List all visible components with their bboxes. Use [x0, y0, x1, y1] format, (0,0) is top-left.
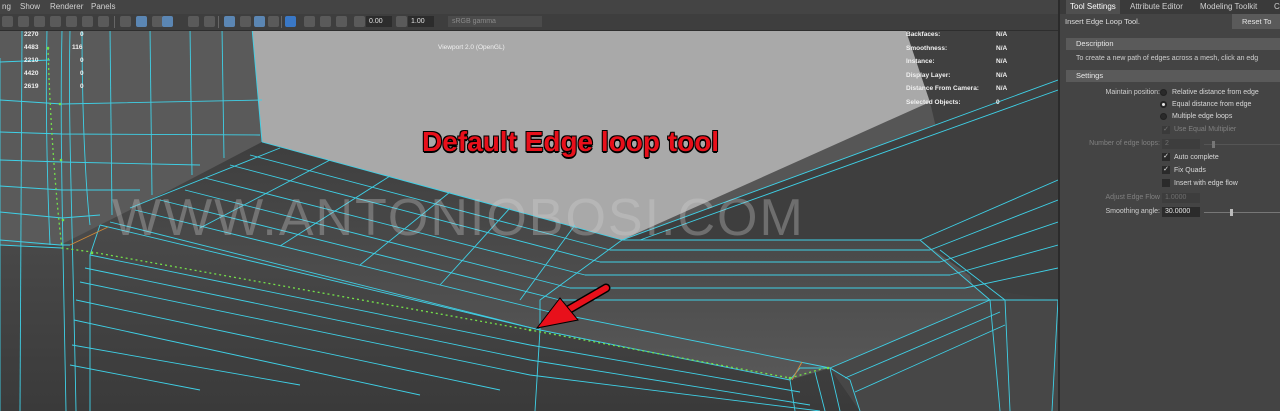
3d-viewport[interactable]: ng Show Renderer Panels 0.00 1.00 sRGB g… [0, 0, 1058, 411]
use-equal-multiplier-checkbox[interactable]: ✓ [1162, 126, 1170, 134]
tool-name: Insert Edge Loop Tool. [1065, 17, 1140, 26]
option-relative-distance: Relative distance from edge [1172, 89, 1259, 96]
viewport-toolbar: 0.00 1.00 sRGB gamma [0, 14, 1058, 31]
xray-icon[interactable] [240, 16, 251, 27]
annotation-title: Default Edge loop tool [422, 126, 720, 157]
resolution-gate-icon[interactable] [82, 16, 93, 27]
panel-tabs: Tool Settings Attribute Editor Modeling … [1060, 0, 1280, 14]
smoothing-angle-slider-handle[interactable] [1230, 209, 1233, 216]
description-header[interactable]: Description [1066, 38, 1280, 50]
hud-stat-value: N/A [996, 71, 1008, 79]
hud-stat-value: N/A [996, 44, 1008, 52]
image-plane-icon[interactable] [304, 16, 315, 27]
poly-count-secondary: 116 [72, 44, 83, 51]
film-gate-icon[interactable] [66, 16, 77, 27]
gamma-icon[interactable] [396, 16, 407, 27]
maintain-position-label: Maintain position: [1105, 89, 1160, 96]
menu-renderer[interactable]: Renderer [50, 2, 83, 11]
adjust-edge-flow-field[interactable]: 1.0000 [1162, 193, 1200, 203]
auto-complete-label: Auto complete [1174, 154, 1219, 161]
auto-complete-checkbox[interactable]: ✓ [1162, 153, 1170, 161]
grid-icon[interactable] [18, 16, 29, 27]
num-loops-label: Number of edge loops: [1089, 140, 1160, 147]
num-loops-field[interactable]: 2 [1162, 139, 1200, 149]
toggle-hud-icon[interactable] [285, 16, 296, 27]
poly-count-value: 2619 [24, 83, 39, 90]
hud-stat-value: N/A [996, 85, 1008, 92]
settings-header[interactable]: Settings [1066, 70, 1280, 82]
poly-count-value: 2210 [24, 57, 39, 64]
hud-stat-label: Display Layer: [906, 71, 951, 79]
fix-quads-label: Fix Quads [1174, 167, 1206, 174]
isolate-select-icon[interactable] [224, 16, 235, 27]
hud-stat-value: 0 [996, 98, 1000, 106]
radio-equal-distance[interactable] [1160, 101, 1167, 108]
tool-settings-panel: Tool Settings Attribute Editor Modeling … [1058, 0, 1280, 411]
tab-attribute-editor[interactable]: Attribute Editor [1130, 2, 1183, 11]
smoothing-angle-label: Smoothing angle: [1105, 208, 1160, 215]
tab-tool-settings[interactable]: Tool Settings [1066, 0, 1120, 14]
poly-count-secondary: 0 [80, 70, 84, 77]
wire-shaded-icon[interactable] [120, 16, 131, 27]
hud-stat-label: Selected Objects: [906, 98, 961, 106]
hud-stat-label: Smoothness: [906, 44, 948, 52]
viewport-renderer-label: Viewport 2.0 (OpenGL) [438, 44, 505, 51]
radio-relative-distance[interactable] [1160, 89, 1167, 96]
hud-stat-label: Backfaces: [906, 31, 941, 38]
menu-lighting[interactable]: ng [2, 2, 11, 11]
insert-edge-flow-label: Insert with edge flow [1174, 180, 1238, 187]
num-loops-slider-handle[interactable] [1212, 141, 1215, 148]
tab-modeling-toolkit[interactable]: Modeling Toolkit [1200, 2, 1257, 11]
wire-on-shaded-icon[interactable] [162, 16, 173, 27]
exposure-icon[interactable] [354, 16, 365, 27]
poly-count-secondary: 0 [80, 83, 84, 90]
smoothing-angle-field[interactable]: 30.0000 [1162, 207, 1200, 217]
hud-stat-value: N/A [996, 31, 1008, 38]
camera-icon[interactable] [50, 16, 61, 27]
watermark: WWW.ANTONIOBOSI.COM [112, 189, 805, 247]
backface-icon[interactable] [268, 16, 279, 27]
poly-count-secondary: 0 [80, 31, 84, 38]
fix-quads-checkbox[interactable]: ✓ [1162, 166, 1170, 174]
option-multiple-loops: Multiple edge loops [1172, 113, 1233, 120]
color-space-dropdown[interactable]: sRGB gamma [448, 16, 542, 27]
menu-panels[interactable]: Panels [91, 2, 115, 11]
smoothing-angle-slider[interactable] [1204, 212, 1280, 213]
hud-stat-label: Distance From Camera: [906, 85, 979, 92]
viewport-menu-bar: ng Show Renderer Panels [0, 0, 1058, 14]
radio-multiple-loops[interactable] [1160, 113, 1167, 120]
insert-edge-flow-checkbox[interactable] [1162, 179, 1170, 187]
poly-count-secondary: 0 [80, 57, 84, 64]
aa-icon[interactable] [320, 16, 331, 27]
dof-icon[interactable] [336, 16, 347, 27]
shadows-icon[interactable] [204, 16, 215, 27]
exposure-field[interactable]: 0.00 [366, 16, 392, 27]
wireframe-icon[interactable] [2, 16, 13, 27]
description-text: To create a new path of edges across a m… [1076, 55, 1259, 62]
poly-count-value: 4420 [24, 70, 39, 77]
bookmark-icon[interactable] [34, 16, 45, 27]
menu-show[interactable]: Show [20, 2, 40, 11]
reset-tool-button[interactable]: Reset To [1232, 14, 1280, 29]
lights-icon[interactable] [188, 16, 199, 27]
adjust-edge-flow-label: Adjust Edge Flow [1105, 194, 1160, 201]
xray-joints-icon[interactable] [254, 16, 265, 27]
poly-count-value: 2270 [24, 31, 39, 38]
option-equal-distance: Equal distance from edge [1172, 101, 1252, 108]
use-equal-multiplier-label: Use Equal Multiplier [1174, 126, 1237, 133]
num-loops-slider[interactable] [1204, 144, 1280, 145]
hud-stat-value: N/A [996, 58, 1008, 65]
smooth-shade-icon[interactable] [136, 16, 147, 27]
gamma-field[interactable]: 1.00 [408, 16, 434, 27]
tab-channel-box[interactable]: C [1274, 2, 1280, 11]
poly-count-value: 4483 [24, 44, 39, 51]
hud-stat-label: Instance: [906, 58, 935, 65]
safe-area-icon[interactable] [98, 16, 109, 27]
